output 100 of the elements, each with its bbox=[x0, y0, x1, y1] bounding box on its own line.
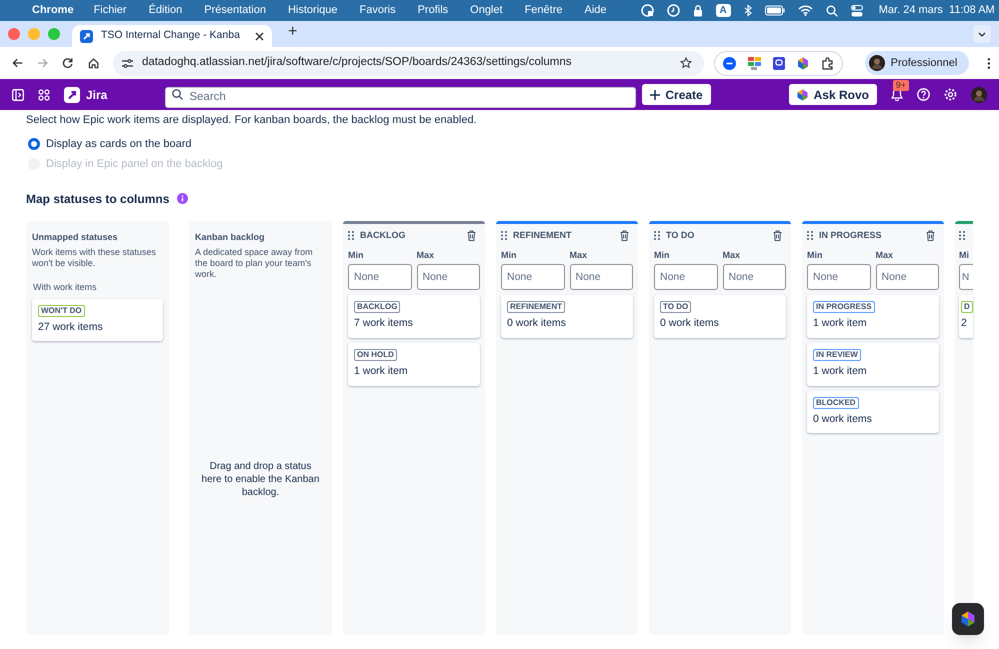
menu-item[interactable]: Fenêtre bbox=[524, 2, 562, 19]
product-name[interactable]: Jira bbox=[86, 86, 108, 104]
app-switcher-icon[interactable] bbox=[38, 88, 50, 100]
limit-field[interactable]: N bbox=[959, 264, 973, 290]
field-label: Min bbox=[654, 248, 670, 262]
close-icon[interactable] bbox=[255, 32, 264, 40]
menu-item[interactable]: Aide bbox=[584, 2, 607, 19]
column-title: BACKLOG bbox=[360, 228, 406, 242]
color-grid-icon[interactable] bbox=[748, 56, 761, 70]
field-label: Min bbox=[348, 248, 364, 262]
gauge-icon bbox=[640, 4, 654, 17]
site-settings-icon bbox=[120, 58, 134, 68]
status-card[interactable]: ON HOLD 1 work item bbox=[348, 342, 480, 386]
field-label: Max bbox=[722, 248, 742, 262]
limit-field[interactable]: None bbox=[807, 264, 870, 290]
avatar-icon[interactable] bbox=[971, 86, 987, 102]
help-icon[interactable] bbox=[917, 88, 930, 101]
drag-handle-icon[interactable] bbox=[807, 231, 813, 240]
menu-item[interactable]: Présentation bbox=[204, 2, 266, 19]
drag-handle-icon[interactable] bbox=[348, 231, 354, 240]
field-label: Max bbox=[570, 248, 588, 262]
status-lozenge: TO DO bbox=[660, 301, 692, 313]
new-tab-button[interactable]: + bbox=[288, 20, 298, 44]
limit-field[interactable]: None bbox=[654, 264, 718, 290]
limit-field[interactable]: None bbox=[722, 264, 786, 290]
jira-logo-icon bbox=[80, 30, 93, 42]
status-card[interactable]: IN REVIEW 1 work item bbox=[807, 342, 939, 386]
settings-icon[interactable] bbox=[944, 88, 957, 101]
field-label: Min bbox=[807, 248, 824, 262]
radio-option[interactable]: Display as cards on the board bbox=[28, 136, 973, 152]
letter-tile-icon[interactable] bbox=[772, 56, 785, 70]
limit-field[interactable]: None bbox=[876, 264, 939, 290]
drag-handle-icon[interactable] bbox=[501, 231, 507, 240]
chevron-down-icon[interactable] bbox=[973, 25, 991, 43]
trash-icon[interactable] bbox=[467, 230, 476, 241]
menu-item[interactable]: Profils bbox=[418, 2, 448, 19]
wifi-icon bbox=[798, 5, 813, 16]
status-lozenge: BACKLOG bbox=[354, 301, 400, 313]
column-description: Work items with these statuses won't be visible. bbox=[32, 247, 157, 269]
trash-icon[interactable] bbox=[773, 230, 782, 241]
drag-handle-icon[interactable] bbox=[959, 231, 965, 240]
bell-icon[interactable] bbox=[891, 88, 903, 101]
app-menu[interactable]: Chrome bbox=[32, 2, 74, 19]
status-card[interactable]: D 2 bbox=[959, 295, 973, 338]
work-item-count: 0 work items bbox=[507, 316, 566, 331]
column-title: REFINEMENT bbox=[513, 228, 572, 242]
status-lozenge: REFINEMENT bbox=[507, 301, 565, 313]
url-text: datadoghq.atlassian.net/jira/software/c/projects/SOP/boards/24363/settings/columns bbox=[142, 55, 573, 70]
drag-handle-icon[interactable] bbox=[654, 231, 660, 240]
status-card[interactable]: BLOCKED 0 work items bbox=[807, 390, 939, 434]
status-lozenge: IN PROGRESS bbox=[813, 301, 875, 313]
zoom-extension-icon[interactable] bbox=[722, 56, 736, 70]
hexagon-icon bbox=[961, 611, 975, 627]
group-label: With work items bbox=[33, 281, 98, 294]
limit-field[interactable]: None bbox=[348, 264, 412, 290]
address-bar[interactable]: datadoghq.atlassian.net/jira/software/c/projects/SOP/boards/24363/settings/columns bbox=[112, 50, 704, 76]
reload-icon[interactable] bbox=[62, 57, 74, 69]
assistant-button[interactable] bbox=[952, 603, 984, 635]
hexagon-icon[interactable] bbox=[796, 56, 809, 70]
search-field[interactable]: Search bbox=[165, 86, 636, 108]
status-card[interactable]: WON'T DO 27 work items bbox=[32, 298, 163, 342]
limit-field[interactable]: None bbox=[570, 264, 633, 290]
info-icon[interactable] bbox=[177, 193, 188, 204]
column-title: TO DO bbox=[666, 228, 696, 242]
work-item-count: 7 work items bbox=[354, 316, 413, 331]
input-source-indicator[interactable]: A bbox=[716, 4, 731, 17]
notification-badge: 9+ bbox=[892, 80, 909, 91]
epic-settings-description: Select how Epic work items are displayed. For kanban boards, the backlog must be enabled. bbox=[26, 113, 478, 128]
profile-button[interactable]: Professionnel bbox=[864, 51, 970, 75]
field-label: Min bbox=[501, 248, 518, 262]
status-card[interactable]: BACKLOG 7 work items bbox=[348, 295, 480, 338]
jira-logo-icon[interactable] bbox=[64, 86, 80, 102]
field-label: Max bbox=[416, 248, 436, 262]
create-button[interactable]: Create bbox=[642, 84, 711, 105]
sidebar-toggle-icon[interactable] bbox=[12, 88, 24, 100]
ask-rovo-button[interactable]: Ask Rovo bbox=[788, 84, 877, 105]
menu-item[interactable]: Onglet bbox=[470, 2, 503, 19]
menu-item[interactable]: Fichier bbox=[94, 2, 127, 19]
star-icon[interactable] bbox=[680, 57, 692, 69]
status-card[interactable]: IN PROGRESS 1 work item bbox=[807, 295, 939, 338]
menu-item[interactable]: Favoris bbox=[360, 2, 396, 19]
bluetooth-icon bbox=[744, 4, 752, 17]
limit-field[interactable]: None bbox=[501, 264, 564, 290]
menu-item[interactable]: Historique bbox=[288, 2, 338, 19]
home-icon[interactable] bbox=[88, 57, 99, 69]
trash-icon[interactable] bbox=[926, 230, 935, 241]
back-icon[interactable] bbox=[12, 57, 24, 69]
puzzle-icon[interactable] bbox=[820, 56, 834, 70]
more-icon[interactable] bbox=[987, 56, 992, 70]
column-title: IN PROGRESS bbox=[819, 228, 883, 242]
browser-tab[interactable]: TSO Internal Change - Kanba bbox=[72, 25, 272, 47]
radio-button[interactable] bbox=[28, 138, 40, 150]
limit-field[interactable]: None bbox=[416, 264, 480, 290]
status-card[interactable]: REFINEMENT 0 work items bbox=[501, 295, 633, 338]
column-description: A dedicated space away from the board to plan your team's work. bbox=[195, 247, 314, 280]
status-card[interactable]: TO DO 0 work items bbox=[654, 295, 786, 338]
search-icon bbox=[826, 4, 838, 16]
menu-item[interactable]: Édition bbox=[148, 2, 182, 19]
search-icon bbox=[172, 89, 184, 100]
trash-icon[interactable] bbox=[620, 230, 629, 241]
